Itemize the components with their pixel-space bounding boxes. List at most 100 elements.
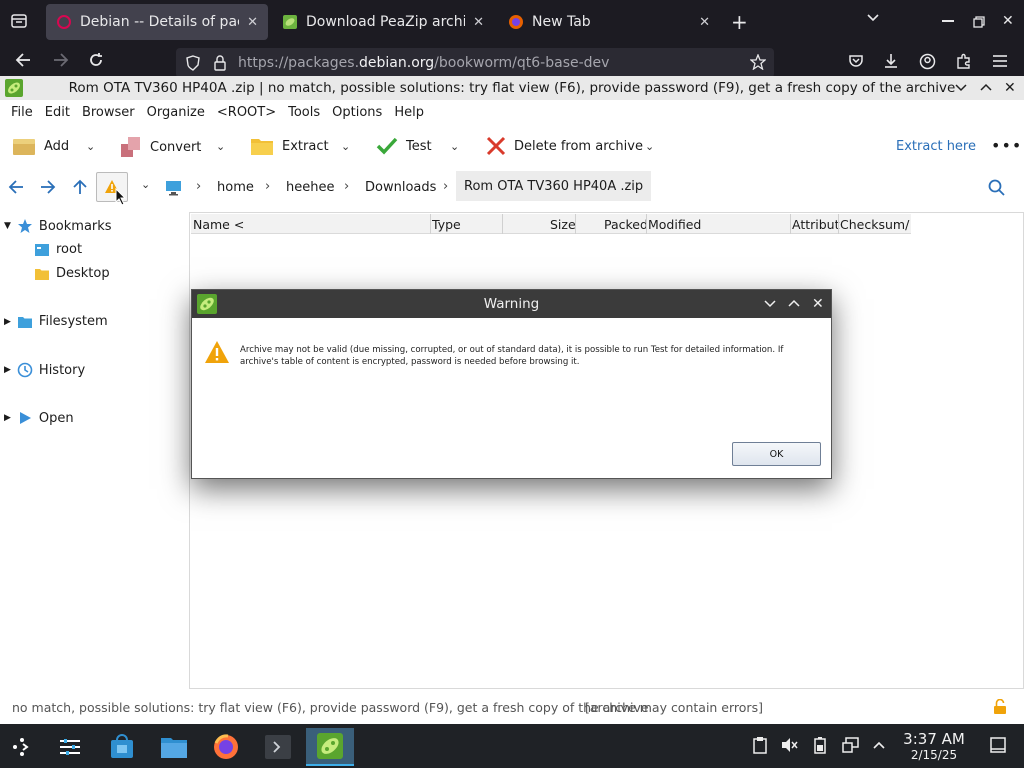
unlock-icon[interactable] bbox=[993, 699, 1007, 715]
menu-edit[interactable]: Edit bbox=[40, 105, 75, 120]
menu-tools[interactable]: Tools bbox=[283, 105, 325, 120]
search-icon[interactable] bbox=[988, 179, 1005, 196]
menu-root[interactable]: <ROOT> bbox=[212, 105, 281, 120]
show-desktop-icon[interactable] bbox=[989, 736, 1007, 754]
expand-chevron-icon[interactable]: ▶ bbox=[4, 413, 11, 423]
column-packed[interactable]: Packed bbox=[604, 217, 648, 232]
dialog-title-bar[interactable]: Warning ✕ bbox=[192, 290, 831, 318]
column-divider[interactable] bbox=[790, 214, 791, 234]
tracking-shield-icon[interactable] bbox=[186, 55, 200, 71]
clipboard-icon[interactable] bbox=[752, 736, 768, 754]
back-arrow-icon[interactable] bbox=[8, 180, 24, 194]
menu-browser[interactable]: Browser bbox=[77, 105, 140, 120]
column-divider[interactable] bbox=[502, 214, 503, 234]
column-divider[interactable] bbox=[838, 214, 839, 234]
collapse-chevron-icon[interactable] bbox=[764, 299, 776, 309]
computer-icon[interactable] bbox=[165, 180, 182, 196]
new-tab-plus-icon[interactable]: + bbox=[731, 10, 748, 34]
window-title-bar[interactable]: Rom OTA TV360 HP40A .zip | no match, pos… bbox=[0, 76, 1024, 100]
close-icon[interactable]: ✕ bbox=[1004, 80, 1016, 96]
bookmark-star-icon[interactable] bbox=[750, 54, 766, 70]
menu-file[interactable]: File bbox=[6, 105, 38, 120]
column-size[interactable]: Size bbox=[550, 217, 576, 232]
test-dropdown-chevron-icon[interactable]: ⌄ bbox=[450, 140, 459, 153]
clock-date[interactable]: 2/15/25 bbox=[902, 748, 966, 762]
menu-options[interactable]: Options bbox=[327, 105, 387, 120]
volume-muted-icon[interactable] bbox=[780, 736, 798, 754]
menu-organize[interactable]: Organize bbox=[142, 105, 210, 120]
path-dropdown-chevron-icon[interactable]: ⌄ bbox=[141, 178, 150, 191]
close-icon[interactable]: ✕ bbox=[812, 296, 824, 312]
column-divider[interactable] bbox=[575, 214, 576, 234]
lock-icon[interactable] bbox=[214, 55, 226, 71]
close-window-icon[interactable]: ✕ bbox=[1002, 13, 1014, 29]
minimize-icon[interactable] bbox=[942, 20, 954, 22]
tab-peazip-download[interactable]: Download PeaZip archive ✕ bbox=[272, 4, 494, 40]
extract-button[interactable]: Extract bbox=[250, 136, 329, 156]
account-icon[interactable] bbox=[919, 53, 936, 70]
clock-time[interactable]: 3:37 AM bbox=[902, 730, 966, 748]
reload-icon[interactable] bbox=[88, 52, 104, 68]
forward-arrow-icon[interactable] bbox=[40, 180, 56, 194]
extensions-puzzle-icon[interactable] bbox=[955, 53, 972, 70]
test-button[interactable]: Test bbox=[376, 136, 432, 156]
delete-from-archive-button[interactable]: Delete from archive bbox=[486, 136, 643, 156]
tab-close-icon[interactable]: ✕ bbox=[699, 15, 710, 30]
list-all-tabs-chevron-icon[interactable] bbox=[866, 13, 880, 23]
collapse-chevron-icon[interactable] bbox=[955, 83, 967, 93]
tab-close-icon[interactable]: ✕ bbox=[247, 15, 258, 30]
pocket-icon[interactable] bbox=[848, 54, 864, 68]
extract-here-link[interactable]: Extract here bbox=[896, 139, 976, 154]
breadcrumb-home[interactable]: home bbox=[217, 180, 254, 195]
breadcrumb-heehee[interactable]: heehee bbox=[286, 180, 334, 195]
downloads-icon[interactable] bbox=[883, 53, 899, 69]
sidebar-item-history[interactable]: ▶ History bbox=[4, 362, 85, 378]
sidebar-item-open[interactable]: ▶ Open bbox=[4, 410, 74, 426]
maximize-chevron-icon[interactable] bbox=[788, 298, 800, 308]
extract-dropdown-chevron-icon[interactable]: ⌄ bbox=[341, 140, 350, 153]
tab-close-icon[interactable]: ✕ bbox=[473, 15, 484, 30]
sidebar-item-desktop[interactable]: Desktop bbox=[34, 266, 110, 281]
column-divider[interactable] bbox=[646, 214, 647, 234]
file-manager-icon[interactable] bbox=[154, 728, 194, 766]
more-options-icon[interactable]: ••• bbox=[991, 136, 1022, 155]
sidebar-item-filesystem[interactable]: ▶ Filesystem bbox=[4, 314, 108, 329]
firefox-icon[interactable] bbox=[206, 728, 246, 766]
menu-help[interactable]: Help bbox=[389, 105, 429, 120]
expand-chevron-icon[interactable]: ▶ bbox=[4, 317, 11, 327]
column-checksum[interactable]: Checksum/h bbox=[840, 217, 910, 232]
sidebar-item-bookmarks[interactable]: ▼ Bookmarks bbox=[4, 218, 112, 234]
delete-dropdown-chevron-icon[interactable]: ⌄ bbox=[645, 140, 654, 153]
application-launcher-icon[interactable] bbox=[2, 728, 42, 766]
battery-icon[interactable] bbox=[814, 736, 826, 754]
network-icon[interactable] bbox=[842, 736, 860, 754]
expand-chevron-icon[interactable]: ▶ bbox=[4, 365, 11, 375]
tab-debian[interactable]: Debian -- Details of packa ✕ bbox=[46, 4, 268, 40]
convert-dropdown-chevron-icon[interactable]: ⌄ bbox=[216, 140, 225, 153]
column-modified[interactable]: Modified bbox=[648, 217, 701, 232]
tab-new-tab[interactable]: New Tab ✕ bbox=[498, 4, 720, 40]
system-settings-icon[interactable] bbox=[50, 728, 90, 766]
expand-chevron-icon[interactable]: ▼ bbox=[4, 221, 11, 231]
ok-button[interactable]: OK bbox=[732, 442, 821, 466]
sidebar-item-root[interactable]: root bbox=[34, 242, 82, 257]
restore-icon[interactable] bbox=[973, 16, 985, 28]
maximize-chevron-icon[interactable] bbox=[980, 82, 992, 92]
up-arrow-icon[interactable] bbox=[73, 179, 87, 195]
add-dropdown-chevron-icon[interactable]: ⌄ bbox=[86, 140, 95, 153]
terminal-icon[interactable] bbox=[258, 728, 298, 766]
show-hidden-chevron-icon[interactable] bbox=[872, 740, 886, 750]
column-name[interactable]: Name < bbox=[193, 217, 244, 232]
url-bar[interactable]: https://packages. debian.org/bookworm/qt6… bbox=[176, 48, 774, 78]
forward-arrow-icon[interactable] bbox=[52, 52, 70, 68]
add-button[interactable]: Add bbox=[12, 136, 69, 156]
peazip-taskbar-icon[interactable] bbox=[306, 728, 354, 766]
app-menu-icon[interactable] bbox=[992, 55, 1008, 67]
tab-list-icon[interactable] bbox=[10, 12, 28, 30]
breadcrumb-archive[interactable]: Rom OTA TV360 HP40A .zip bbox=[456, 171, 652, 201]
breadcrumb-downloads[interactable]: Downloads bbox=[365, 180, 436, 195]
column-type[interactable]: Type bbox=[432, 217, 461, 232]
column-attributes[interactable]: Attribut bbox=[792, 217, 840, 232]
column-divider[interactable] bbox=[430, 214, 431, 234]
back-arrow-icon[interactable] bbox=[14, 52, 32, 68]
